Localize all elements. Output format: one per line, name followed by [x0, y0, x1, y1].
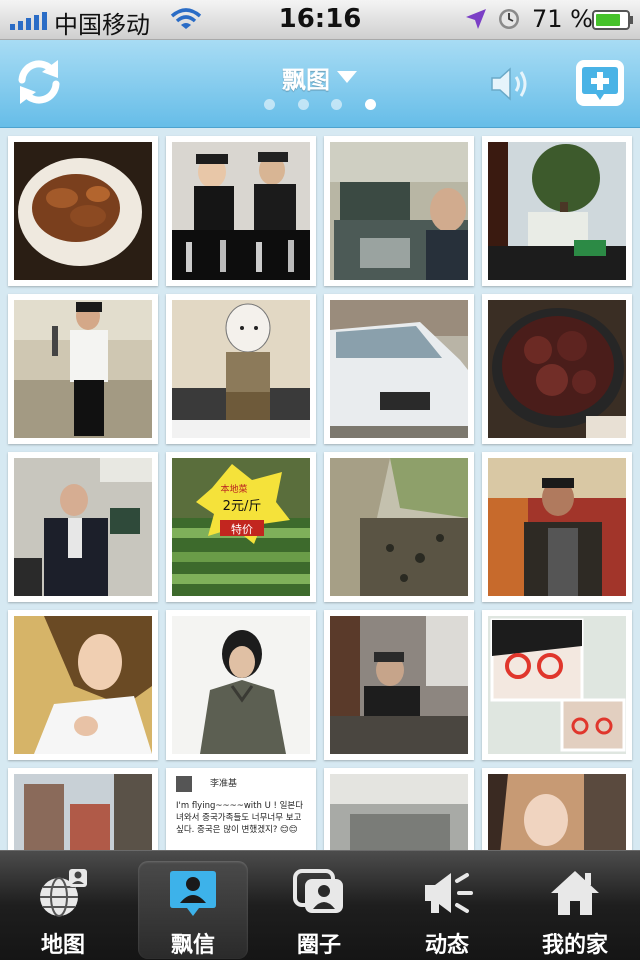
avatar	[176, 776, 192, 792]
photo-tile[interactable]	[8, 136, 158, 286]
photo-tile[interactable]	[8, 768, 158, 850]
photo-grid: 本地菜 2元/斤 特价 李准基 I'm flying~~~~with U ! 일…	[0, 128, 640, 850]
battery-percentage: 71 %	[532, 5, 593, 33]
photo-tile[interactable]	[482, 610, 632, 760]
page-indicator[interactable]	[264, 97, 376, 111]
photo-tile[interactable]	[482, 294, 632, 444]
caret-down-icon	[337, 71, 357, 83]
battery-icon	[592, 10, 633, 30]
chat-add-icon	[582, 67, 618, 100]
status-bar: 中国移动 16:16 71 %	[0, 0, 640, 40]
photo-tile[interactable]	[8, 610, 158, 760]
braised-meat-pot-photo	[488, 300, 626, 438]
person-bubble-icon	[170, 871, 216, 916]
tab-circle[interactable]: 圈子	[264, 861, 374, 959]
text-post-tile[interactable]: 李准基 I'm flying~~~~with U ! 일본다녀와서 중국가족들도…	[166, 768, 316, 850]
photo-tile[interactable]	[482, 452, 632, 602]
sign-text-2: 2元/斤	[223, 499, 262, 514]
white-suv-photo	[330, 300, 468, 438]
tab-bar: 地图 飘信 圈子 动态 我的家	[0, 850, 640, 960]
man-in-hall-photo	[14, 300, 152, 438]
group-circle-icon	[293, 869, 343, 913]
photo-tile[interactable]	[8, 452, 158, 602]
photo-tile[interactable]	[482, 136, 632, 286]
photo-tile[interactable]	[324, 768, 474, 850]
post-author: 李准基	[210, 779, 238, 789]
tab-feed[interactable]: 动态	[392, 861, 502, 959]
vegetable-sign-photo: 本地菜 2元/斤 特价	[172, 458, 310, 596]
sign-text-3: 特价	[231, 522, 253, 536]
speaker-icon[interactable]	[488, 64, 532, 104]
header-bar: 飘图	[0, 40, 640, 128]
refresh-icon[interactable]	[14, 56, 64, 108]
post-text: I'm flying~~~~with U ! 일본다녀와서 중국가족들도 너무너…	[176, 801, 304, 835]
location-arrow-icon	[466, 9, 486, 29]
food-plate-photo	[14, 142, 152, 280]
girl-selfie-photo	[488, 774, 626, 850]
home-icon	[551, 871, 599, 915]
page-dot[interactable]	[297, 98, 309, 110]
dancers-collage-photo	[172, 142, 310, 280]
tab-label-home: 我的家	[541, 933, 608, 958]
man-in-jacket-photo	[172, 616, 310, 754]
page-dot[interactable]	[264, 98, 275, 110]
photo-tile[interactable]	[324, 452, 474, 602]
office-room-photo	[330, 774, 468, 850]
photo-tile[interactable]	[166, 136, 316, 286]
photo-tile[interactable]	[324, 610, 474, 760]
girl-glasses-collage-photo	[488, 616, 626, 754]
megaphone-icon	[425, 873, 473, 913]
page-title: 飘图	[282, 65, 330, 94]
man-in-restaurant-photo	[488, 458, 626, 596]
room-window-photo	[330, 616, 468, 754]
tab-label-feed: 动态	[424, 933, 469, 958]
tab-home[interactable]: 我的家	[520, 861, 630, 959]
buildings-photo	[14, 774, 152, 850]
photo-tile[interactable]	[8, 294, 158, 444]
alarm-clock-icon	[499, 9, 519, 29]
sketch-drawing-photo	[330, 458, 468, 596]
photo-tile[interactable]: 本地菜 2元/斤 特价	[166, 452, 316, 602]
photo-tile[interactable]	[324, 294, 474, 444]
tab-label-circle: 圈子	[296, 933, 341, 958]
page-dot[interactable]	[331, 98, 343, 110]
office-nap-photo	[330, 142, 468, 280]
woman-portrait-photo	[14, 616, 152, 754]
photo-tile[interactable]	[166, 610, 316, 760]
photo-tile[interactable]	[324, 136, 474, 286]
cartoon-snowman-photo	[172, 300, 310, 438]
globe-map-icon	[40, 869, 87, 917]
tab-label-map: 地图	[40, 933, 85, 958]
tab-label-messages: 飘信	[170, 933, 215, 958]
compose-button[interactable]	[576, 60, 624, 106]
street-window-photo	[488, 142, 626, 280]
man-in-office-chair-photo	[14, 458, 152, 596]
photo-tile[interactable]	[166, 294, 316, 444]
page-dot-active[interactable]	[364, 98, 376, 110]
title-dropdown[interactable]: 飘图	[260, 60, 380, 94]
tab-messages[interactable]: 飘信	[138, 861, 248, 959]
sign-text-1: 本地菜	[220, 483, 247, 495]
tab-map[interactable]: 地图	[8, 861, 118, 959]
photo-tile[interactable]	[482, 768, 632, 850]
